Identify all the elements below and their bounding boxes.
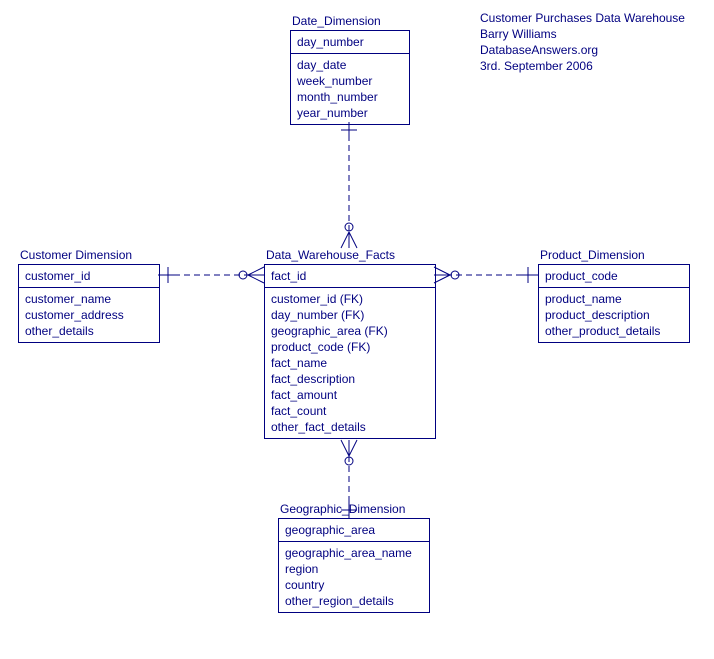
attr-field: product_description <box>545 307 683 323</box>
diagram-meta: Customer Purchases Data Warehouse Barry … <box>480 10 685 74</box>
meta-source: DatabaseAnswers.org <box>480 42 685 58</box>
attr-field: other_product_details <box>545 323 683 339</box>
pk-field: customer_id <box>25 268 153 284</box>
pk-field: product_code <box>545 268 683 284</box>
attr-field: other_region_details <box>285 593 423 609</box>
attr-field: week_number <box>297 73 403 89</box>
attr-section: geographic_area_name region country othe… <box>279 542 429 612</box>
attr-field: other_fact_details <box>271 419 429 435</box>
attr-field: geographic_area_name <box>285 545 423 561</box>
attr-section: customer_id (FK) day_number (FK) geograp… <box>265 288 435 438</box>
pk-section: geographic_area <box>279 519 429 542</box>
attr-field: customer_address <box>25 307 153 323</box>
entity-title-customer-dimension: Customer Dimension <box>20 248 132 262</box>
attr-field: month_number <box>297 89 403 105</box>
entity-geographic-dimension: geographic_area geographic_area_name reg… <box>278 518 430 613</box>
attr-field: fact_count <box>271 403 429 419</box>
entity-title-product-dimension: Product_Dimension <box>540 248 645 262</box>
meta-title: Customer Purchases Data Warehouse <box>480 10 685 26</box>
attr-field: product_name <box>545 291 683 307</box>
attr-field: other_details <box>25 323 153 339</box>
attr-field: fact_amount <box>271 387 429 403</box>
attr-field: day_number (FK) <box>271 307 429 323</box>
attr-field: geographic_area (FK) <box>271 323 429 339</box>
entity-title-date-dimension: Date_Dimension <box>292 14 381 28</box>
pk-section: customer_id <box>19 265 159 288</box>
attr-field: year_number <box>297 105 403 121</box>
meta-author: Barry Williams <box>480 26 685 42</box>
attr-field: product_code (FK) <box>271 339 429 355</box>
entity-product-dimension: product_code product_name product_descri… <box>538 264 690 343</box>
entity-fact: fact_id customer_id (FK) day_number (FK)… <box>264 264 436 439</box>
attr-field: country <box>285 577 423 593</box>
pk-field: fact_id <box>271 268 429 284</box>
pk-field: geographic_area <box>285 522 423 538</box>
pk-section: fact_id <box>265 265 435 288</box>
entity-title-fact: Data_Warehouse_Facts <box>266 248 395 262</box>
pk-section: product_code <box>539 265 689 288</box>
attr-field: fact_name <box>271 355 429 371</box>
entity-customer-dimension: customer_id customer_name customer_addre… <box>18 264 160 343</box>
attr-field: customer_id (FK) <box>271 291 429 307</box>
attr-field: region <box>285 561 423 577</box>
pk-section: day_number <box>291 31 409 54</box>
meta-date: 3rd. September 2006 <box>480 58 685 74</box>
attr-field: fact_description <box>271 371 429 387</box>
attr-section: customer_name customer_address other_det… <box>19 288 159 342</box>
attr-section: product_name product_description other_p… <box>539 288 689 342</box>
attr-section: day_date week_number month_number year_n… <box>291 54 409 124</box>
entity-date-dimension: day_number day_date week_number month_nu… <box>290 30 410 125</box>
pk-field: day_number <box>297 34 403 50</box>
entity-title-geographic-dimension: Geographic_Dimension <box>280 502 405 516</box>
attr-field: customer_name <box>25 291 153 307</box>
attr-field: day_date <box>297 57 403 73</box>
